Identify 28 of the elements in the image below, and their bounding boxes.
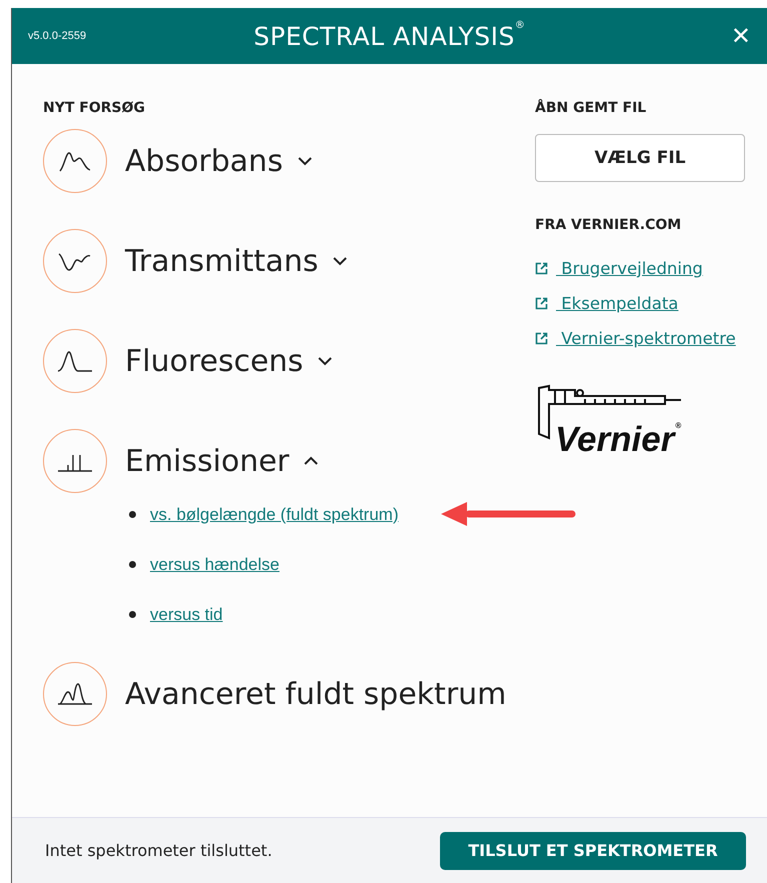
measurement-link[interactable]: versus tid	[150, 604, 223, 624]
status-text: Intet spektrometer tilsluttet.	[45, 841, 272, 860]
external-link-icon	[535, 332, 548, 345]
external-link-icon	[535, 262, 548, 275]
annotation-arrow-icon	[439, 499, 577, 529]
choose-file-button[interactable]: VÆLG FIL	[535, 134, 745, 182]
external-link[interactable]: Eksempeldata	[556, 294, 678, 313]
experiment-option[interactable]: Transmittans	[125, 244, 348, 278]
section-heading: NYT FORSØG	[43, 100, 146, 116]
measurement-link[interactable]: versus hændelse	[150, 554, 280, 574]
experiment-option[interactable]: Fluorescens	[125, 344, 334, 378]
close-button[interactable]: ✕	[631, 22, 751, 50]
bullet-icon	[129, 511, 136, 518]
section-heading: FRA VERNIER.COM	[535, 217, 682, 233]
connect-spectrometer-button[interactable]: TILSLUT ET SPEKTROMETER	[440, 832, 746, 870]
measurement-link[interactable]: vs. bølgelængde (fuldt spektrum)	[150, 504, 398, 524]
app-title: SPECTRAL ANALYSIS$^{®}$	[252, 22, 526, 50]
section-heading: ÅBN GEMT FIL	[535, 100, 648, 116]
brand-logo: Vernier$^{®}$	[555, 422, 682, 457]
experiment-option[interactable]: Avanceret fuldt spektrum	[125, 676, 506, 712]
experiment-option[interactable]: Absorbans	[125, 144, 313, 178]
external-link-icon	[535, 297, 548, 310]
bullet-icon	[129, 561, 136, 568]
version-label: v5.0.0-2559	[28, 30, 88, 42]
experiment-option[interactable]: Emissioner	[125, 444, 320, 478]
bullet-icon	[129, 611, 136, 618]
external-link[interactable]: Vernier-spektrometre	[556, 329, 736, 348]
external-link[interactable]: Brugervejledning	[556, 259, 703, 278]
